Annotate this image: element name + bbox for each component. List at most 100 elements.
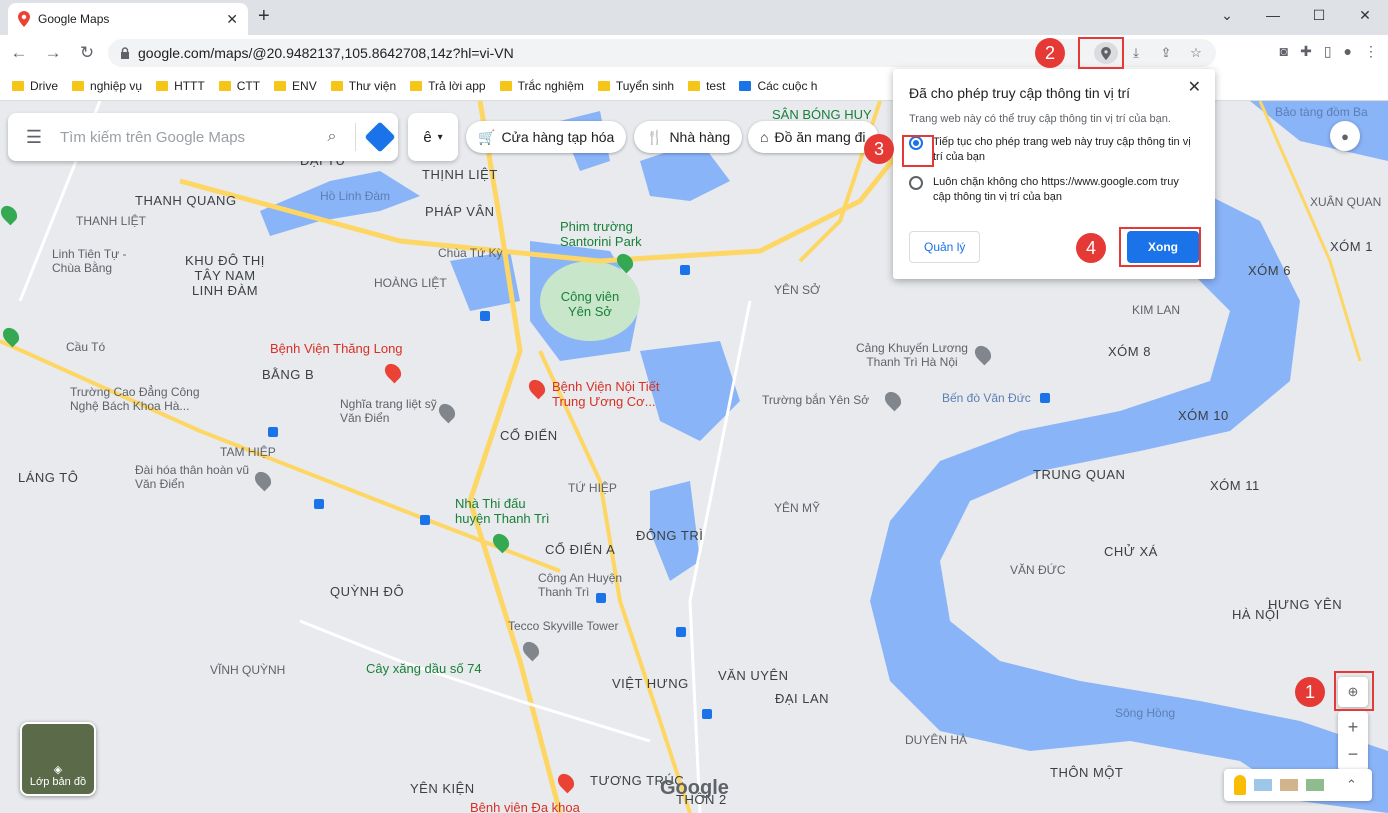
back-icon[interactable]: ← (4, 43, 34, 63)
account-avatar[interactable]: ● (1330, 121, 1360, 151)
chip-restaurant[interactable]: 🍴 Nhà hàng (634, 121, 743, 153)
map-label[interactable]: Trường Cao Đẳng Công Nghệ Bách Khoa Hà..… (70, 385, 230, 413)
map-label[interactable]: Công An Huyện Thanh Trì (538, 571, 648, 599)
bookmark-item[interactable]: ENV (274, 79, 317, 93)
bookmark-item[interactable]: Trắc nghiệm (499, 79, 584, 93)
layers-button[interactable]: ◈ Lớp bản đồ (20, 722, 96, 796)
map-label[interactable]: XÓM 8 (1108, 344, 1151, 359)
map-label[interactable]: VIỆT HƯNG (612, 676, 689, 691)
bookmark-item[interactable]: Thư viện (330, 79, 396, 93)
close-window-icon[interactable]: ✕ (1342, 0, 1388, 30)
hamburger-menu-icon[interactable]: ☰ (8, 127, 60, 148)
map-label[interactable]: Tecco Skyville Tower (508, 619, 618, 633)
map-label[interactable]: SÂN BÓNG HUY (772, 107, 872, 122)
browser-tab[interactable]: Google Maps ✕ (8, 3, 248, 35)
bus-stop-icon[interactable] (1040, 393, 1050, 403)
imagery-thumbnail[interactable] (1254, 779, 1272, 791)
forward-icon[interactable]: → (38, 43, 68, 63)
option-block[interactable]: Luôn chặn không cho https://www.google.c… (909, 175, 1199, 205)
map-label[interactable]: TRUNG QUAN (1033, 467, 1125, 482)
maximize-icon[interactable]: ☐ (1296, 0, 1342, 30)
close-tab-icon[interactable]: ✕ (226, 11, 238, 28)
map-label[interactable]: Hồ Linh Đàm (320, 189, 390, 203)
expand-icon[interactable]: ⌃ (1346, 777, 1357, 793)
map-label[interactable]: THANH QUANG (135, 193, 237, 208)
bus-stop-icon[interactable] (314, 499, 324, 509)
map-label[interactable]: PHÁP VÂN (425, 204, 495, 219)
close-icon[interactable]: ✕ (1188, 77, 1201, 97)
map-label[interactable]: Đài hóa thân hoàn vũ Văn Điển (135, 463, 265, 491)
map-label[interactable]: QUỲNH ĐÔ (330, 584, 404, 599)
map-label[interactable]: Bảo tàng đồm Ba (1275, 105, 1368, 119)
map-label[interactable]: THỊNH LIỆT (422, 167, 498, 182)
option-allow[interactable]: Tiếp tục cho phép trang web này truy cập… (909, 135, 1199, 165)
bookmark-item[interactable]: nghiệp vụ (72, 79, 142, 93)
map-label[interactable]: VĂN UYÊN (718, 668, 788, 683)
map-label[interactable]: YÊN KIỆN (410, 781, 475, 796)
map-label[interactable]: Cầu Tó (66, 340, 105, 354)
new-tab-icon[interactable]: + (258, 5, 270, 28)
map-label[interactable]: YÊN MỸ (774, 501, 820, 515)
map-label[interactable]: Linh Tiên Tự - Chùa Bằng (52, 247, 152, 275)
profile-avatar[interactable]: ● (1344, 43, 1352, 60)
map-label[interactable]: LÁNG TÔ (18, 470, 78, 485)
minimize-icon[interactable]: — (1250, 0, 1296, 30)
map-label[interactable]: Cảng Khuyến Lương Thanh Trì Hà Nội (842, 341, 982, 369)
map-label[interactable]: CỔ ĐIỂN (500, 428, 558, 443)
map-label[interactable]: XÓM 10 (1178, 408, 1229, 423)
map-label[interactable]: ĐÔNG TRÌ (636, 528, 703, 543)
zoom-in-icon[interactable]: + (1348, 717, 1359, 738)
imagery-thumbnail[interactable] (1280, 779, 1298, 791)
map-label[interactable]: HƯNG YÊN (1268, 597, 1342, 612)
map-label[interactable]: Chùa Tứ Kỳ (438, 246, 503, 260)
map-label[interactable]: Công viên Yên Sở (555, 289, 625, 319)
imagery-thumbnail[interactable] (1306, 779, 1324, 791)
search-input[interactable]: Tìm kiếm trên Google Maps (60, 129, 315, 146)
share-icon[interactable]: ⇪ (1154, 42, 1178, 64)
bookmark-item[interactable]: HTTT (156, 79, 205, 93)
bookmark-item[interactable]: Các cuộc h (739, 79, 817, 93)
radio-block[interactable] (909, 176, 923, 190)
map-label[interactable]: Phim trường Santorini Park (560, 219, 650, 249)
map-label[interactable]: Cây xăng dầu số 74 (366, 661, 482, 676)
map-label[interactable]: VĨNH QUỲNH (210, 663, 285, 677)
map-label[interactable]: Nhà Thi đấu huyện Thanh Trì (455, 496, 555, 526)
input-tools-button[interactable]: ê ▾ (408, 113, 458, 161)
bookmark-item[interactable]: test (688, 79, 725, 93)
chip-takeout[interactable]: ⌂ Đồ ăn mang đi (748, 121, 878, 153)
map-label[interactable]: XÓM 11 (1210, 478, 1260, 493)
map-label[interactable]: Bến đò Văn Đức (942, 391, 1031, 405)
bookmark-item[interactable]: CTT (218, 79, 260, 93)
bookmark-item[interactable]: Tuyển sinh (597, 79, 674, 93)
map-label[interactable]: CHỬ XÁ (1104, 544, 1158, 559)
map-label[interactable]: BẰNG B (262, 367, 314, 382)
install-icon[interactable]: ⤓ (1124, 42, 1148, 64)
bus-stop-icon[interactable] (480, 311, 490, 321)
map-label[interactable]: XÓM 1 (1330, 239, 1373, 254)
map-label[interactable]: VĂN ĐỨC (1010, 563, 1066, 577)
map-label[interactable]: KIM LAN (1132, 303, 1180, 317)
bus-stop-icon[interactable] (596, 593, 606, 603)
map-label[interactable]: THANH LIỆT (76, 214, 146, 228)
extensions-icon[interactable]: ✚ (1300, 43, 1312, 60)
map-label[interactable]: KHU ĐÔ THỊ TÂY NAM LINH ĐÀM (180, 253, 270, 298)
lock-icon[interactable] (120, 47, 130, 59)
search-icon[interactable]: ⌕ (315, 128, 349, 146)
reload-icon[interactable]: ↻ (72, 43, 102, 63)
map-label[interactable]: XUÂN QUAN (1310, 195, 1381, 209)
map-label[interactable]: CỔ ĐIỂN A (545, 542, 615, 557)
camera-icon[interactable]: ◙ (1280, 43, 1288, 60)
bus-stop-icon[interactable] (268, 427, 278, 437)
map-label[interactable]: DUYÊN HÀ (905, 733, 967, 747)
bus-stop-icon[interactable] (680, 265, 690, 275)
map-label[interactable]: Bệnh Viện Nội Tiết Trung Ương Cơ... (552, 379, 692, 409)
pegman-icon[interactable] (1234, 775, 1246, 795)
zoom-out-icon[interactable]: − (1348, 744, 1359, 765)
bus-stop-icon[interactable] (676, 627, 686, 637)
map-label[interactable]: THÔN MỘT (1050, 765, 1123, 780)
bookmark-star-icon[interactable]: ☆ (1184, 42, 1208, 64)
more-menu-icon[interactable]: ⋮ (1364, 43, 1378, 60)
map-label[interactable]: Trường bắn Yên Sở (762, 393, 869, 407)
map-label[interactable]: TAM HIỆP (220, 445, 276, 459)
map-label[interactable]: Sông Hồng (1115, 706, 1175, 720)
